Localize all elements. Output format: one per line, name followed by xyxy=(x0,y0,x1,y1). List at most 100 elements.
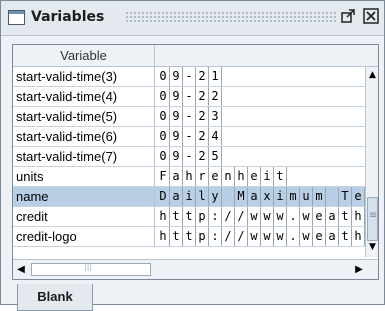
value-char-cell[interactable]: r xyxy=(196,167,209,186)
value-char-cell[interactable]: 9 xyxy=(170,127,183,146)
value-char-cell[interactable]: u xyxy=(300,187,313,206)
value-char-cell[interactable]: / xyxy=(222,227,235,246)
scroll-right-icon[interactable]: ▶ xyxy=(351,260,367,279)
value-char-cell[interactable]: n xyxy=(222,167,235,186)
value-char-cell[interactable]: x xyxy=(261,187,274,206)
value-char-cell[interactable]: - xyxy=(183,127,196,146)
value-char-cell[interactable]: h xyxy=(157,227,170,246)
value-char-cell[interactable]: 2 xyxy=(196,147,209,166)
value-char-cell[interactable]: w xyxy=(300,227,313,246)
value-char-cell[interactable]: 1 xyxy=(209,67,222,86)
value-char-cell[interactable]: / xyxy=(235,207,248,226)
vertical-scrollbar[interactable]: ▲ ▼ xyxy=(365,67,378,257)
table-row[interactable]: credit-logo h t t p: / / w w w. w e a t h xyxy=(13,227,365,247)
value-char-cell[interactable]: w xyxy=(274,207,287,226)
value-char-cell[interactable]: w xyxy=(300,207,313,226)
maximize-icon[interactable] xyxy=(340,8,356,24)
value-char-cell[interactable]: : xyxy=(209,207,222,226)
value-char-cell[interactable]: t xyxy=(170,227,183,246)
value-char-cell[interactable]: 9 xyxy=(170,87,183,106)
value-char-cell[interactable]: 3 xyxy=(209,107,222,126)
value-char-cell[interactable]: w xyxy=(274,227,287,246)
table-row[interactable]: start-valid-time(3) 0 9-2 1 xyxy=(13,67,365,87)
value-char-cell[interactable]: - xyxy=(183,87,196,106)
value-char-cell[interactable]: t xyxy=(170,207,183,226)
value-char-cell[interactable]: w xyxy=(261,207,274,226)
column-header-value[interactable] xyxy=(155,45,378,67)
value-char-cell[interactable]: w xyxy=(248,207,261,226)
value-char-cell[interactable]: t xyxy=(339,227,352,246)
value-char-cell[interactable]: h xyxy=(183,167,196,186)
value-char-cell[interactable]: 0 xyxy=(157,67,170,86)
close-icon[interactable] xyxy=(363,8,379,24)
tab-blank[interactable]: Blank xyxy=(17,284,93,311)
value-char-cell[interactable]: t xyxy=(339,207,352,226)
value-char-cell[interactable]: a xyxy=(170,187,183,206)
value-char-cell[interactable]: 0 xyxy=(157,107,170,126)
value-char-cell[interactable]: M xyxy=(235,187,248,206)
value-char-cell[interactable]: D xyxy=(157,187,170,206)
value-char-cell[interactable]: h xyxy=(352,207,365,226)
table-row[interactable]: start-valid-time(5) 0 9-2 3 xyxy=(13,107,365,127)
value-char-cell[interactable]: a xyxy=(326,227,339,246)
value-char-cell[interactable]: 0 xyxy=(157,87,170,106)
value-char-cell[interactable]: T xyxy=(339,187,352,206)
value-char-cell[interactable]: a xyxy=(170,167,183,186)
value-char-cell[interactable]: 2 xyxy=(196,107,209,126)
value-char-cell[interactable]: 9 xyxy=(170,147,183,166)
value-char-cell[interactable]: h xyxy=(157,207,170,226)
table-row[interactable]: start-valid-time(7) 0 9-2 5 xyxy=(13,147,365,167)
value-char-cell[interactable]: w xyxy=(261,227,274,246)
value-char-cell[interactable]: i xyxy=(183,187,196,206)
value-char-cell[interactable]: a xyxy=(326,207,339,226)
scroll-up-icon[interactable]: ▲ xyxy=(366,67,378,83)
value-char-cell[interactable]: F xyxy=(157,167,170,186)
value-char-cell[interactable]: / xyxy=(235,227,248,246)
value-char-cell[interactable]: : xyxy=(209,227,222,246)
value-char-cell[interactable]: p xyxy=(196,207,209,226)
value-char-cell[interactable] xyxy=(222,187,235,206)
value-char-cell[interactable]: . xyxy=(287,227,300,246)
value-char-cell[interactable]: 9 xyxy=(170,67,183,86)
value-char-cell[interactable]: h xyxy=(235,167,248,186)
value-char-cell[interactable]: h xyxy=(352,227,365,246)
table-row[interactable]: start-valid-time(4) 0 9-2 2 xyxy=(13,87,365,107)
value-char-cell[interactable]: t xyxy=(274,167,287,186)
value-char-cell[interactable]: e xyxy=(248,167,261,186)
horizontal-scroll-thumb[interactable] xyxy=(31,262,151,276)
value-char-cell[interactable]: - xyxy=(183,107,196,126)
value-char-cell[interactable]: - xyxy=(183,67,196,86)
vertical-scroll-thumb[interactable] xyxy=(367,197,378,241)
value-char-cell[interactable]: 5 xyxy=(209,147,222,166)
value-char-cell[interactable]: e xyxy=(209,167,222,186)
value-char-cell[interactable]: . xyxy=(287,207,300,226)
value-char-cell[interactable]: m xyxy=(313,187,326,206)
value-char-cell[interactable]: e xyxy=(313,207,326,226)
table-row[interactable]: name Da i l y Maximum Te xyxy=(13,187,365,207)
value-char-cell[interactable]: 4 xyxy=(209,127,222,146)
horizontal-scrollbar[interactable]: ◀ ▶ xyxy=(13,259,378,279)
value-char-cell[interactable]: y xyxy=(209,187,222,206)
value-char-cell[interactable]: 2 xyxy=(209,87,222,106)
column-header-variable[interactable]: Variable xyxy=(13,45,155,67)
value-char-cell[interactable]: m xyxy=(287,187,300,206)
scroll-left-icon[interactable]: ◀ xyxy=(13,260,29,279)
scroll-down-icon[interactable]: ▼ xyxy=(366,239,378,255)
value-char-cell[interactable] xyxy=(326,187,339,206)
value-char-cell[interactable]: t xyxy=(183,227,196,246)
value-char-cell[interactable]: 9 xyxy=(170,107,183,126)
value-char-cell[interactable]: 0 xyxy=(157,127,170,146)
value-char-cell[interactable]: l xyxy=(196,187,209,206)
drag-grip[interactable] xyxy=(125,11,337,24)
value-char-cell[interactable]: a xyxy=(248,187,261,206)
value-char-cell[interactable]: 2 xyxy=(196,127,209,146)
table-row[interactable]: credit h t t p: / / w w w. w e a t h xyxy=(13,207,365,227)
value-char-cell[interactable]: 0 xyxy=(157,147,170,166)
table-row[interactable]: units Fa h r e n h e i t xyxy=(13,167,365,187)
value-char-cell[interactable]: p xyxy=(196,227,209,246)
value-char-cell[interactable]: e xyxy=(352,187,365,206)
table-row[interactable]: start-valid-time(6) 0 9-2 4 xyxy=(13,127,365,147)
value-char-cell[interactable]: w xyxy=(248,227,261,246)
value-char-cell[interactable]: e xyxy=(313,227,326,246)
value-char-cell[interactable]: - xyxy=(183,147,196,166)
